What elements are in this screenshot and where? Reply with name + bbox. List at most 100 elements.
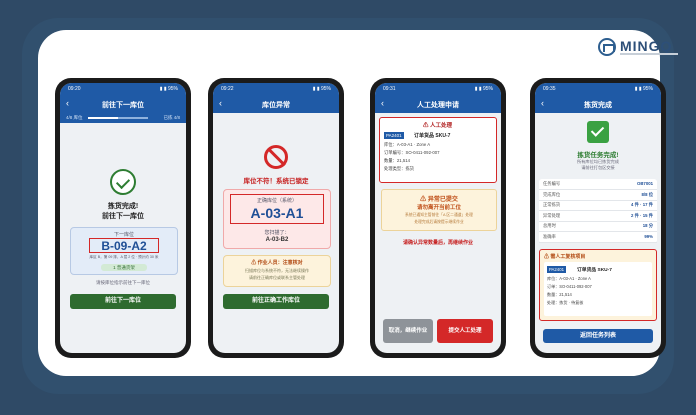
- location-highlight: [89, 238, 159, 253]
- stats-value: OB7001: [636, 181, 653, 186]
- go-correct-location-button[interactable]: 前往正确工作库位: [223, 294, 329, 309]
- status-time: 09:31: [383, 86, 396, 92]
- complete-title: 拣货任务完成!: [577, 152, 619, 159]
- stats-label: 完成库位: [543, 191, 561, 197]
- review-item: PA2401 订单货品 SKU-7 库位：A-03-A1 · Zone A 订单…: [544, 262, 652, 316]
- review-line-4: 处理：拣货 · 待复核: [547, 300, 584, 305]
- stats-value: 4 件 · 17 件: [631, 202, 653, 207]
- review-card: ⚠ 需人工复核项目 PA2401 订单货品 SKU-7 库位：A-03-A1 ·…: [539, 249, 657, 321]
- progress-fill: [88, 117, 118, 119]
- submit-manual-button[interactable]: 提交人工处理: [437, 319, 493, 343]
- item-detail-card: ⚠ 人工处理 PA2401 订单货品 SKU-7 库位：A-03-A1 · Zo…: [379, 117, 497, 183]
- phone-screen: 09:20 ▮ ▮ 95% ‹ 前往下一库位 4/8 库位 已拣 4/8 拣货完…: [60, 83, 186, 353]
- app-bar: ‹ 人工处理申请: [375, 95, 501, 113]
- stats-row: 正常拣货 4 件 · 17 件: [539, 200, 657, 211]
- back-to-tasks-label: 返回任务列表: [579, 333, 616, 339]
- phone-location-error: 09:22 ▮ ▮ 95% ‹ 库位异常 库位不符！系统已锁定 正确库位（系统）…: [208, 78, 344, 358]
- phone-manual-handling: 09:31 ▮ ▮ 95% ‹ 人工处理申请 ⚠ 人工处理 PA2401 订单货…: [370, 78, 506, 358]
- status-time: 09:35: [543, 86, 556, 92]
- scanned-label: 您扫描了：: [264, 230, 290, 236]
- app-bar: ‹ 拣货完成: [535, 95, 661, 113]
- go-next-location-label: 前往下一库位: [104, 298, 141, 304]
- warning-line-1: 扫描库位与系统不符，无法继续操作: [245, 268, 309, 273]
- alert-line-1: 系统已通知主管前往「A 区二通道」处理: [405, 213, 473, 217]
- stats-value: 8/8 位: [641, 191, 653, 197]
- warning-card: ⚠ 作业人员：注意核对 扫描库位与系统不符，无法继续操作 请前往正确库位或联系主…: [223, 255, 331, 287]
- location-hint: 库区 B，第 09 排，A 层 2 位 · 预计约 30 米: [89, 255, 159, 259]
- stats-value: 99%: [644, 233, 653, 239]
- alert-subtitle: 请勿离开当前工位: [416, 205, 461, 211]
- brand-name: MINGQ: [620, 38, 673, 54]
- brand-tagline-bar: [620, 53, 678, 55]
- expected-location-card: 正确库位（系统） A-03-A1 您扫描了： A-03-B2: [223, 189, 331, 249]
- stats-table: 任务编号 OB7001 完成库位 8/8 位正常拣货 4 件 · 17 件异常处理 2 件…: [539, 179, 657, 243]
- slide-frame: MINGQ 09:20 ▮ ▮ 95% ‹ 前往下一库位 4/8 库位 已拣 4…: [0, 0, 696, 415]
- stats-row: 异常处理 2 件 · 15 件: [539, 211, 657, 222]
- next-location-card: 下一库位 B-09-A2 库区 B，第 09 排，A 层 2 位 · 预计约 3…: [70, 227, 178, 275]
- warning-title: ⚠ 作业人员：注意核对: [251, 260, 303, 266]
- stats-label: 总用时: [543, 223, 556, 228]
- stats-label: 异常处理: [543, 212, 561, 218]
- status-bar: 09:31 ▮ ▮ 95%: [375, 83, 501, 95]
- alert-title: ⚠ 异常已提交: [420, 197, 458, 203]
- item-line-2: 订单编号：SO-0411-092-007: [384, 150, 440, 155]
- app-bar: ‹ 库位异常: [213, 95, 339, 113]
- progress-strip: 4/8 库位 已拣 4/8: [60, 113, 186, 123]
- phone-picking-complete: 09:35 ▮ ▮ 95% ‹ 拣货完成 拣货任务完成! 所有库位均已拣货完成 …: [530, 78, 666, 358]
- app-bar: ‹ 前往下一库位: [60, 95, 186, 113]
- item-line-3: 数量：21,514: [384, 158, 411, 163]
- shelf-tag: 1 普通货架: [101, 264, 147, 271]
- complete-sub-2: 请前往打包区交接: [581, 165, 615, 170]
- review-sku-name: 订单货品 SKU-7: [577, 268, 612, 273]
- review-header: ⚠ 需人工复核项目: [544, 254, 586, 260]
- status-bar: 09:22 ▮ ▮ 95%: [213, 83, 339, 95]
- status-time: 09:20: [68, 86, 81, 92]
- stats-row: 准确率 99%: [539, 232, 657, 243]
- go-correct-location-label: 前往正确工作库位: [251, 298, 300, 304]
- stats-label: 准确率: [543, 233, 556, 239]
- stats-value: 18 分: [642, 223, 653, 228]
- status-time: 09:22: [221, 86, 234, 92]
- phone-screen: 09:35 ▮ ▮ 95% ‹ 拣货完成 拣货任务完成! 所有库位均已拣货完成 …: [535, 83, 661, 353]
- stats-row: 完成库位 8/8 位: [539, 190, 657, 201]
- status-bar: 09:20 ▮ ▮ 95%: [60, 83, 186, 95]
- stats-row: 总用时 18 分: [539, 221, 657, 232]
- review-line-3: 数量：21,514: [547, 292, 572, 297]
- screen-title: 前往下一库位: [102, 102, 144, 109]
- item-line-1: 库位：A-03-A1 · Zone A: [384, 142, 431, 147]
- alert-line-2: 处理完成后请按提示继续作业: [414, 220, 464, 224]
- status-signal: ▮ ▮ 95%: [159, 86, 178, 92]
- status-signal: ▮ ▮ 95%: [474, 86, 493, 92]
- cancel-continue-button[interactable]: 取消，继续作业: [383, 319, 433, 343]
- review-line-2: 订单：SO-0411-092-007: [547, 284, 592, 289]
- brand-mark-icon: [598, 38, 616, 56]
- status-bar: 09:35 ▮ ▮ 95%: [535, 83, 661, 95]
- prohibited-icon: [264, 145, 288, 169]
- phone-next-location: 09:20 ▮ ▮ 95% ‹ 前往下一库位 4/8 库位 已拣 4/8 拣货完…: [55, 78, 191, 358]
- error-message: 库位不符！系统已锁定: [243, 178, 309, 185]
- submit-manual-label: 提交人工处理: [448, 328, 482, 334]
- alert-card: ⚠ 异常已提交 请勿离开当前工位 系统已通知主管前往「A 区二通道」处理 处理完…: [381, 189, 497, 231]
- screen-title: 库位异常: [262, 102, 290, 109]
- brand-logo: MINGQ: [598, 36, 684, 60]
- cancel-continue-label: 取消，继续作业: [388, 328, 428, 334]
- progress-left-label: 4/8 库位: [66, 115, 83, 120]
- item-card-header: ⚠ 人工处理: [422, 123, 453, 129]
- phone-screen: 09:31 ▮ ▮ 95% ‹ 人工处理申请 ⚠ 人工处理 PA2401 订单货…: [375, 83, 501, 353]
- review-sku-badge: PA2401: [547, 266, 566, 273]
- go-next-location-button[interactable]: 前往下一库位: [70, 294, 176, 309]
- complete-check-icon: [587, 121, 609, 143]
- stats-row: 任务编号 OB7001: [539, 179, 657, 190]
- done-line-2: 前往下一库位: [102, 213, 144, 220]
- done-line-1: 拣货完成!: [107, 203, 139, 210]
- screen-title: 人工处理申请: [417, 102, 459, 109]
- stats-value: 2 件 · 15 件: [631, 212, 653, 218]
- sku-name: 订单货品 SKU-7: [414, 133, 451, 139]
- status-signal: ▮ ▮ 95%: [312, 86, 331, 92]
- item-line-4: 处理类型：拣货: [384, 166, 415, 171]
- progress-track: [88, 117, 148, 119]
- next-location-label: 下一库位: [113, 232, 134, 238]
- phone-screen: 09:22 ▮ ▮ 95% ‹ 库位异常 库位不符！系统已锁定 正确库位（系统）…: [213, 83, 339, 353]
- back-to-tasks-button[interactable]: 返回任务列表: [543, 329, 653, 343]
- guide-note: 请按库位指示前往下一库位: [96, 280, 150, 285]
